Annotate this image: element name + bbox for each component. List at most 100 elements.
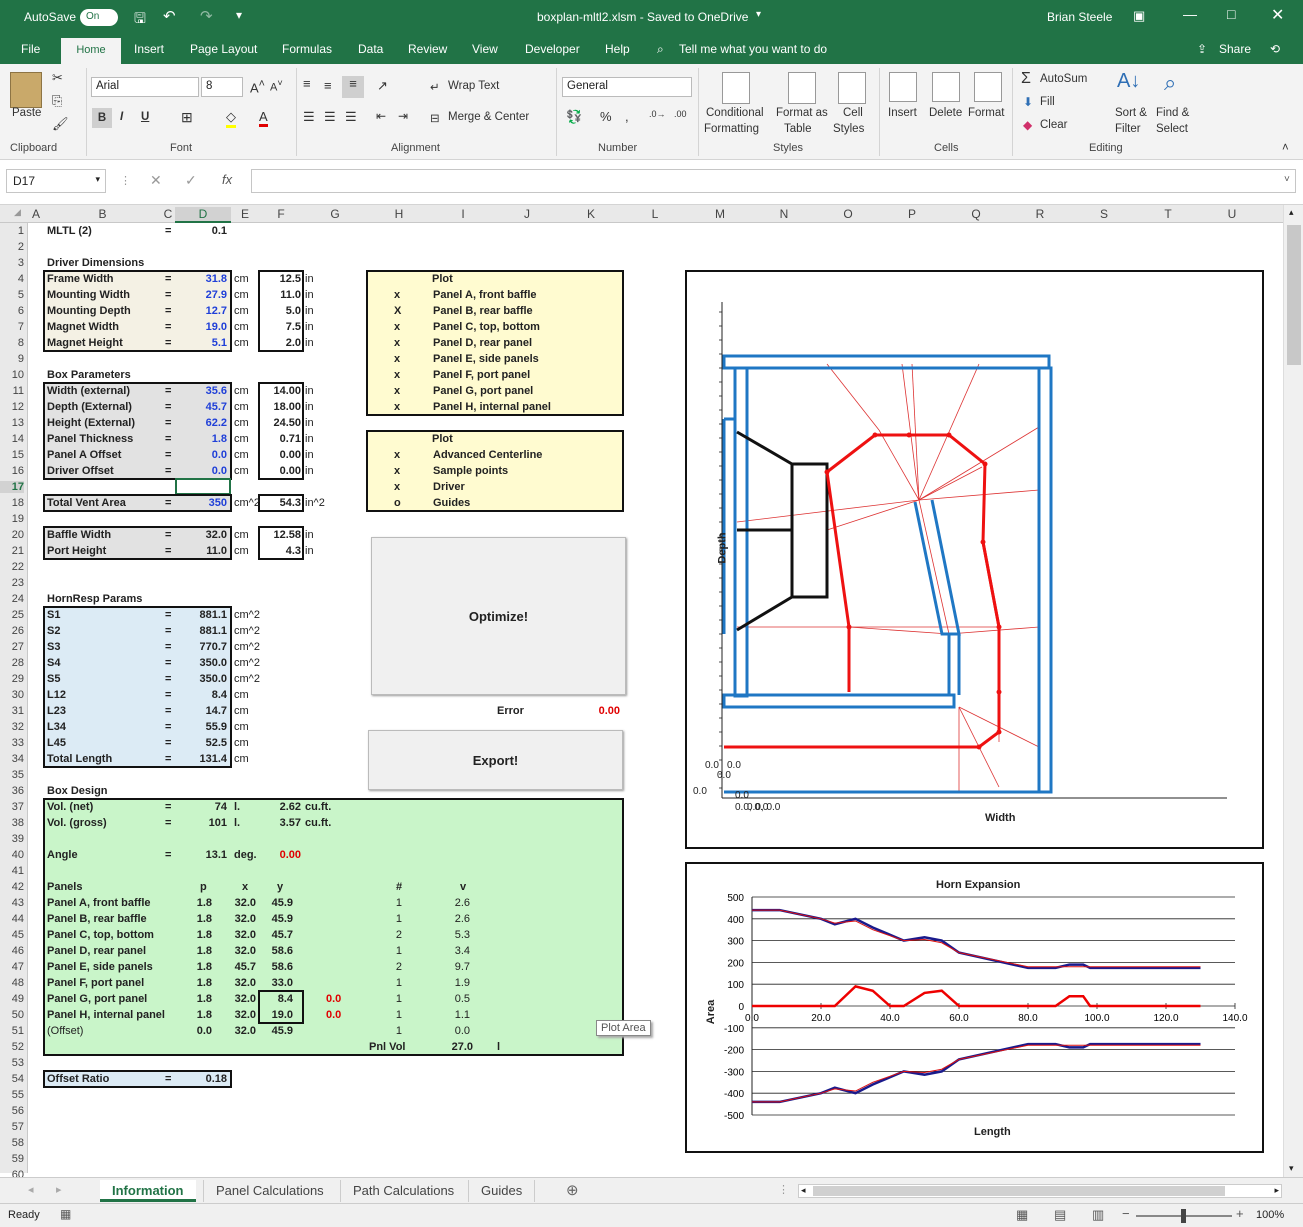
panel-count[interactable]: 1	[380, 912, 402, 926]
col-header-a[interactable]: A	[29, 207, 43, 221]
row-header[interactable]: 53	[0, 1057, 24, 1069]
box-param-label[interactable]: Panel A Offset	[47, 448, 121, 462]
format-table-line2[interactable]: Table	[784, 123, 812, 135]
align-right-icon[interactable]: ☰	[345, 109, 357, 125]
row-header[interactable]: 43	[0, 897, 24, 909]
align-middle-icon[interactable]: ≡	[324, 78, 332, 93]
unit-cm[interactable]: cm	[234, 400, 249, 414]
title-dropdown-icon[interactable]: ▾	[756, 9, 761, 20]
align-left-icon[interactable]: ☰	[303, 109, 315, 125]
row-header[interactable]: 20	[0, 529, 24, 541]
tab-review[interactable]: Review	[408, 42, 447, 56]
row-header[interactable]: 9	[0, 353, 24, 365]
row-header[interactable]: 21	[0, 545, 24, 557]
driver-param-in[interactable]: 12.5	[259, 272, 301, 286]
baffle-label[interactable]: Baffle Width	[47, 528, 111, 542]
panel-x[interactable]: 32.0	[214, 912, 256, 926]
panel-v[interactable]: 0.5	[440, 992, 470, 1006]
macro-record-icon[interactable]: ▦	[60, 1207, 71, 1221]
unit-cm[interactable]: cm	[234, 448, 249, 462]
eq-sign[interactable]: =	[165, 688, 171, 702]
panels-header-v[interactable]: v	[460, 880, 466, 894]
mltl-value[interactable]: 0.1	[175, 224, 227, 238]
col-header-j[interactable]: J	[495, 207, 559, 221]
row-header[interactable]: 56	[0, 1105, 24, 1117]
unit-l[interactable]: l.	[234, 800, 240, 814]
font-size-dropdown[interactable]: 8	[201, 77, 243, 97]
unit-in[interactable]: in	[305, 272, 314, 286]
plot-toggle[interactable]: x	[394, 352, 400, 366]
row-header[interactable]: 29	[0, 673, 24, 685]
panel-count[interactable]: 1	[380, 1008, 402, 1022]
plot-toggle[interactable]: x	[394, 448, 400, 462]
panel-p[interactable]: 1.8	[175, 928, 212, 942]
eq-sign[interactable]: =	[165, 448, 171, 462]
conditional-formatting-line1[interactable]: Conditional	[706, 107, 764, 119]
panel-h-extra[interactable]: 0.0	[326, 1008, 341, 1022]
box-param-cm[interactable]: 62.2	[175, 416, 227, 430]
row-header[interactable]: 5	[0, 289, 24, 301]
row-header[interactable]: 35	[0, 769, 24, 781]
clear-button[interactable]: Clear	[1040, 119, 1067, 131]
unit-cm[interactable]: cm	[234, 432, 249, 446]
tab-developer[interactable]: Developer	[525, 42, 580, 56]
row-header[interactable]: 40	[0, 849, 24, 861]
pnl-vol-label[interactable]: Pnl Vol	[369, 1040, 405, 1054]
hornresp-unit[interactable]: cm	[234, 720, 249, 734]
row-header[interactable]: 38	[0, 817, 24, 829]
paste-button[interactable]: Paste	[12, 107, 41, 119]
panels-header-x[interactable]: x	[242, 880, 248, 894]
plot-panel-label[interactable]: Panel E, side panels	[433, 352, 539, 366]
row-header[interactable]: 13	[0, 417, 24, 429]
row-header[interactable]: 34	[0, 753, 24, 765]
align-bottom-icon[interactable]: ≡	[342, 76, 364, 98]
row-header[interactable]: 52	[0, 1041, 24, 1053]
comma-icon[interactable]: ,	[625, 109, 629, 124]
optimize-button[interactable]: Optimize!	[371, 537, 626, 695]
sort-filter-line1[interactable]: Sort &	[1115, 107, 1147, 119]
fill-button[interactable]: Fill	[1040, 96, 1055, 108]
row-header[interactable]: 28	[0, 657, 24, 669]
plot-panel-label[interactable]: Panel F, port panel	[433, 368, 530, 382]
bold-icon[interactable]: B	[92, 108, 112, 128]
box-design-title[interactable]: Box Design	[47, 784, 108, 798]
hornresp-label[interactable]: S1	[47, 608, 60, 622]
hornresp-unit[interactable]: cm^2	[234, 624, 260, 638]
vol-gross-l[interactable]: 101	[175, 816, 227, 830]
autosave-toggle[interactable]: On	[80, 9, 118, 26]
row-header[interactable]: 44	[0, 913, 24, 925]
row-header[interactable]: 33	[0, 737, 24, 749]
sheet-tab-information[interactable]: Information	[100, 1180, 196, 1202]
eq-sign[interactable]: =	[165, 752, 171, 766]
row-header[interactable]: 42	[0, 881, 24, 893]
plot-toggle[interactable]: x	[394, 400, 400, 414]
col-header-n[interactable]: N	[753, 207, 815, 221]
unit-in[interactable]: in	[305, 288, 314, 302]
row-header[interactable]: 11	[0, 385, 24, 397]
row-header[interactable]: 15	[0, 449, 24, 461]
pnl-vol-unit[interactable]: l	[497, 1040, 500, 1054]
panel-x[interactable]: 32.0	[214, 944, 256, 958]
hornresp-unit[interactable]: cm	[234, 688, 249, 702]
normal-view-icon[interactable]: ▦	[1016, 1207, 1028, 1223]
mltl-eq[interactable]: =	[165, 224, 171, 238]
unit-l[interactable]: l.	[234, 816, 240, 830]
panel-v[interactable]: 1.9	[440, 976, 470, 990]
panel-name[interactable]: Panel H, internal panel	[47, 1008, 165, 1022]
unit-cm2[interactable]: cm^2	[234, 496, 260, 510]
tab-home[interactable]: Home	[61, 38, 121, 64]
vol-gross-label[interactable]: Vol. (gross)	[47, 816, 107, 830]
panel-x[interactable]: 32.0	[214, 992, 256, 1006]
driver-param-in[interactable]: 5.0	[259, 304, 301, 318]
hornresp-label[interactable]: S4	[47, 656, 60, 670]
unit-cuft[interactable]: cu.ft.	[305, 800, 331, 814]
find-select-line2[interactable]: Select	[1156, 123, 1188, 135]
vol-net-label[interactable]: Vol. (net)	[47, 800, 93, 814]
panel-y[interactable]: 8.4	[259, 992, 293, 1006]
unit-in[interactable]: in	[305, 384, 314, 398]
unit-cm[interactable]: cm	[234, 336, 249, 350]
driver-param-cm[interactable]: 27.9	[175, 288, 227, 302]
total-vent-in[interactable]: 54.3	[259, 496, 301, 510]
row-header[interactable]: 48	[0, 977, 24, 989]
angle-error[interactable]: 0.00	[259, 848, 301, 862]
